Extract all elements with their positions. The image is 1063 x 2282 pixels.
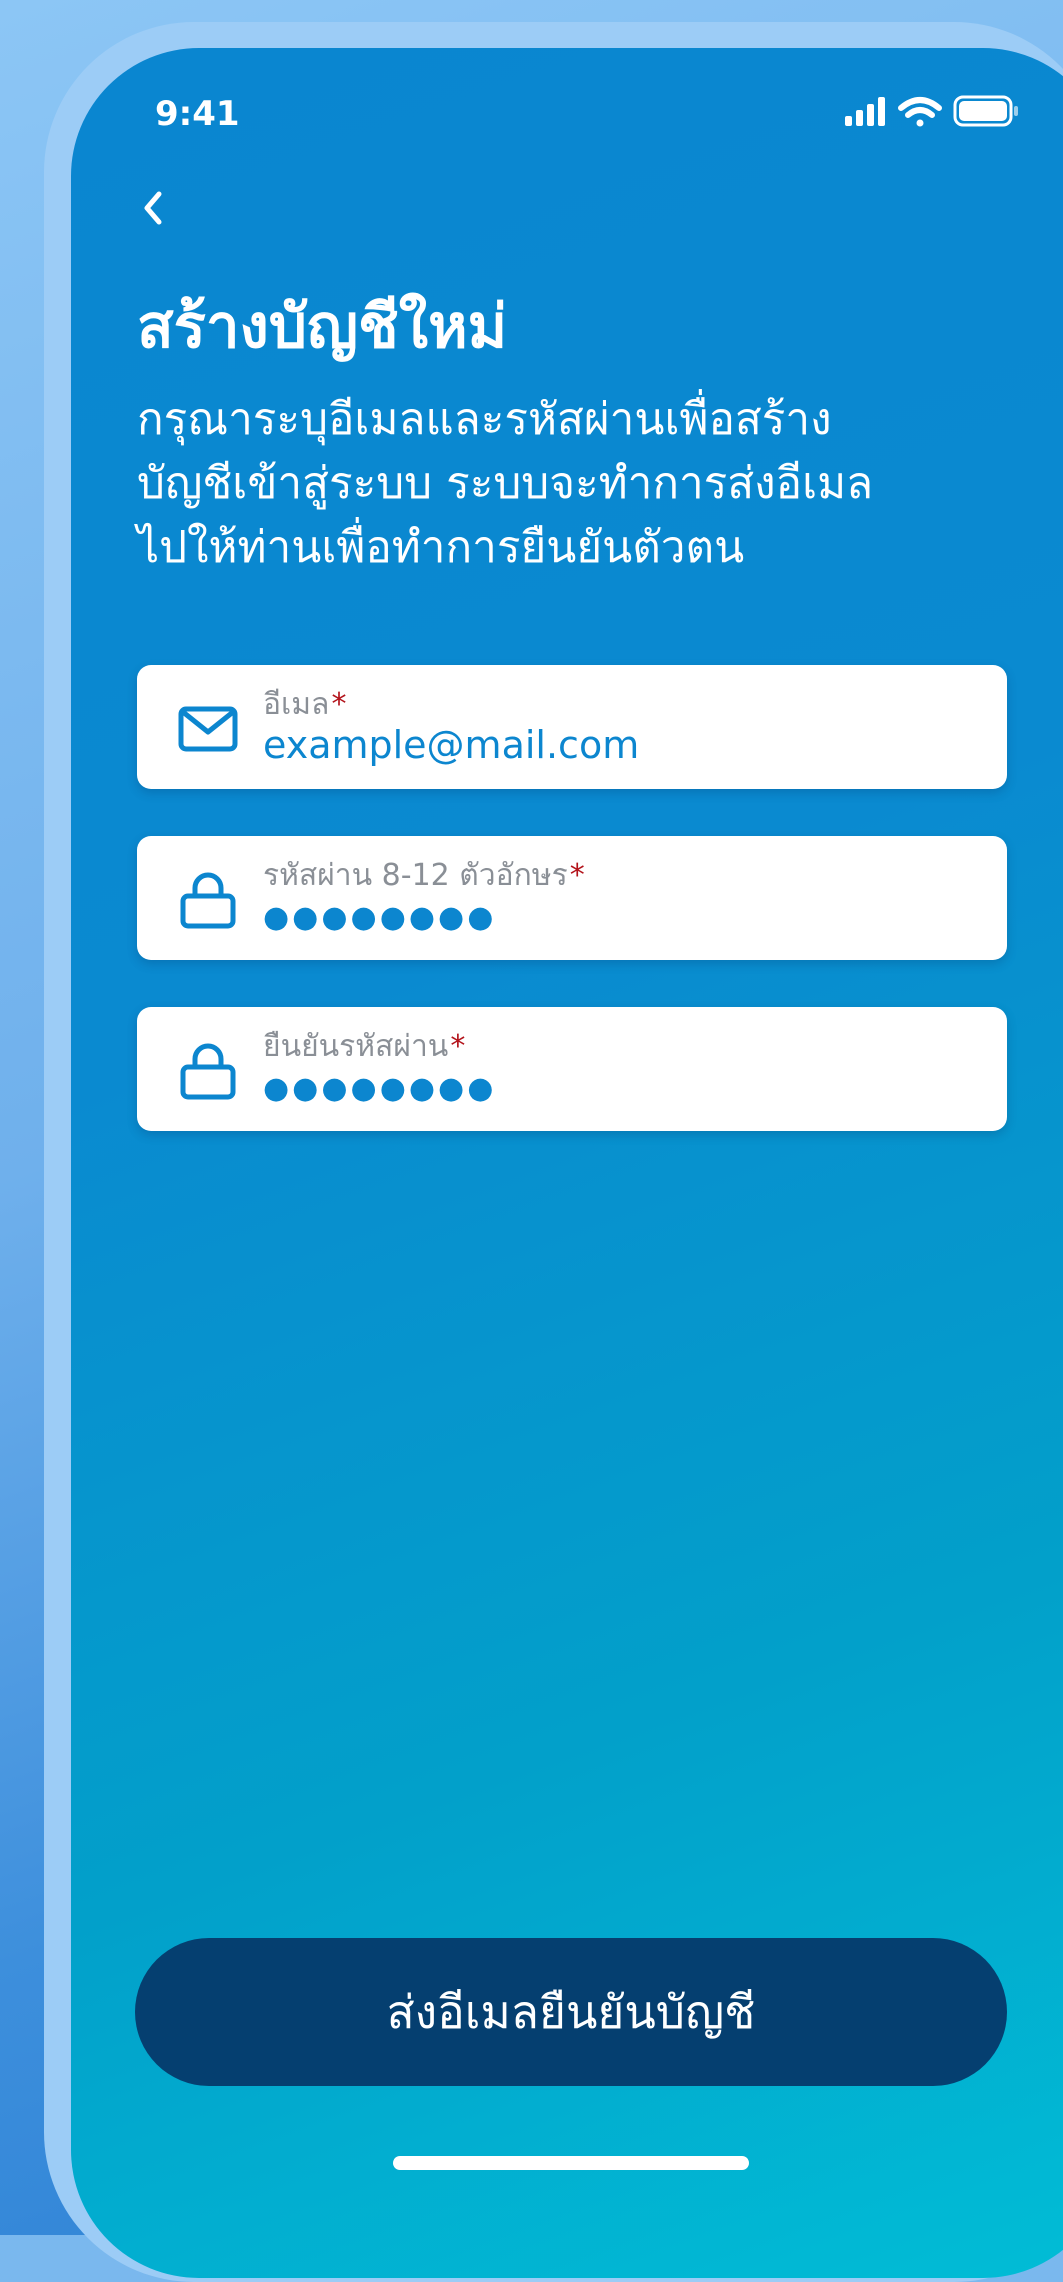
status-icons (845, 92, 1025, 132)
password-field[interactable]: รหัสผ่าน 8-12 ตัวอักษร* ●●●●●●●● (137, 836, 1007, 960)
required-mark: * (569, 858, 585, 893)
confirm-password-field[interactable]: ยืนยันรหัสผ่าน* ●●●●●●●● (137, 1007, 1007, 1131)
chevron-left-icon (144, 191, 162, 225)
description-line: บัญชีเข้าสู่ระบบ ระบบจะทำการส่งอีเมล (137, 458, 874, 509)
envelope-icon (178, 706, 238, 752)
password-masked-value: ●●●●●●●● (263, 900, 497, 935)
email-value: example@mail.com (263, 723, 640, 767)
page-title: สร้างบัญชีใหม่ (137, 292, 508, 362)
status-time: 9:41 (155, 94, 240, 134)
back-button[interactable] (131, 178, 191, 238)
cellular-signal-icon (845, 97, 885, 126)
confirm-password-label: ยืนยันรหัสผ่าน* (263, 1029, 466, 1064)
wifi-icon (898, 97, 942, 127)
home-indicator (393, 2156, 749, 2170)
lock-icon (180, 872, 236, 929)
confirm-password-masked-value: ●●●●●●●● (263, 1071, 497, 1106)
email-field[interactable]: อีเมล* example@mail.com (137, 665, 1007, 789)
lock-icon (180, 1043, 236, 1100)
required-mark: * (331, 687, 347, 722)
send-verification-email-button[interactable]: ส่งอีเมลยืนยันบัญชี (135, 1938, 1007, 2086)
phone-screen: 9:41 สร้างบัญชีใหม่ กรุณาระบุอีเมลและรหั… (71, 48, 1063, 2278)
required-mark: * (450, 1029, 466, 1064)
password-label: รหัสผ่าน 8-12 ตัวอักษร* (263, 858, 585, 893)
description-line: ไปให้ท่านเพื่อทำการยืนยันตัวตน (137, 522, 745, 573)
description-line: กรุณาระบุอีเมลและรหัสผ่านเพื่อสร้าง (137, 394, 832, 445)
battery-icon (953, 95, 1018, 127)
page-description: กรุณาระบุอีเมลและรหัสผ่านเพื่อสร้าง บัญช… (137, 388, 957, 580)
email-label: อีเมล* (263, 687, 347, 722)
